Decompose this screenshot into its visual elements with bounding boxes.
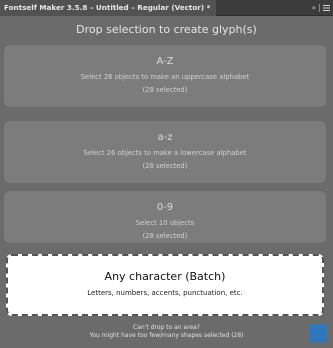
- panel-title-bar: Fontself Maker 3.5.8 – Untitled – Regula…: [0, 0, 333, 16]
- digits-description: Select 10 objects: [135, 219, 195, 227]
- uppercase-selected-count: (28 selected): [142, 86, 188, 94]
- panel-tab-title: Fontself Maker 3.5.8 – Untitled – Regula…: [4, 3, 211, 12]
- panel-tab[interactable]: Fontself Maker 3.5.8 – Untitled – Regula…: [0, 0, 217, 16]
- batch-description: Letters, numbers, accents, punctuation, …: [87, 289, 243, 297]
- batch-drop-zone[interactable]: Any character (Batch) Letters, numbers, …: [6, 254, 324, 316]
- uppercase-drop-zone[interactable]: A-Z Select 26 objects to make an upperca…: [4, 45, 326, 107]
- drop-help-text: Can't drop to an area? You might have to…: [0, 324, 333, 340]
- lowercase-title: a-z: [157, 132, 173, 143]
- batch-title: Any character (Batch): [104, 270, 226, 283]
- drop-help-line-1: Can't drop to an area?: [133, 324, 200, 331]
- fontself-maker-panel: Fontself Maker 3.5.8 – Untitled – Regula…: [0, 0, 333, 348]
- panel-title-controls: »: [312, 0, 330, 16]
- digits-selected-count: (28 selected): [142, 232, 188, 240]
- drop-instructions-title: Drop selection to create glyph(s): [76, 23, 257, 36]
- fontself-logo-icon[interactable]: [309, 324, 327, 342]
- lowercase-selected-count: (28 selected): [142, 162, 188, 170]
- digits-title: 0-9: [156, 202, 174, 213]
- uppercase-title: A-Z: [156, 56, 174, 67]
- uppercase-description: Select 26 objects to make an uppercase a…: [80, 73, 250, 81]
- digits-drop-zone[interactable]: 0-9 Select 10 objects (28 selected): [4, 191, 326, 243]
- hamburger-menu-icon[interactable]: [323, 5, 330, 11]
- lowercase-description: Select 26 objects to make a lowercase al…: [83, 149, 247, 157]
- title-separator: [319, 4, 320, 12]
- collapse-panel-icon[interactable]: »: [312, 0, 316, 16]
- lowercase-drop-zone[interactable]: a-z Select 26 objects to make a lowercas…: [4, 121, 326, 183]
- drop-help-line-2: You might have too few/many shapes selec…: [89, 332, 244, 339]
